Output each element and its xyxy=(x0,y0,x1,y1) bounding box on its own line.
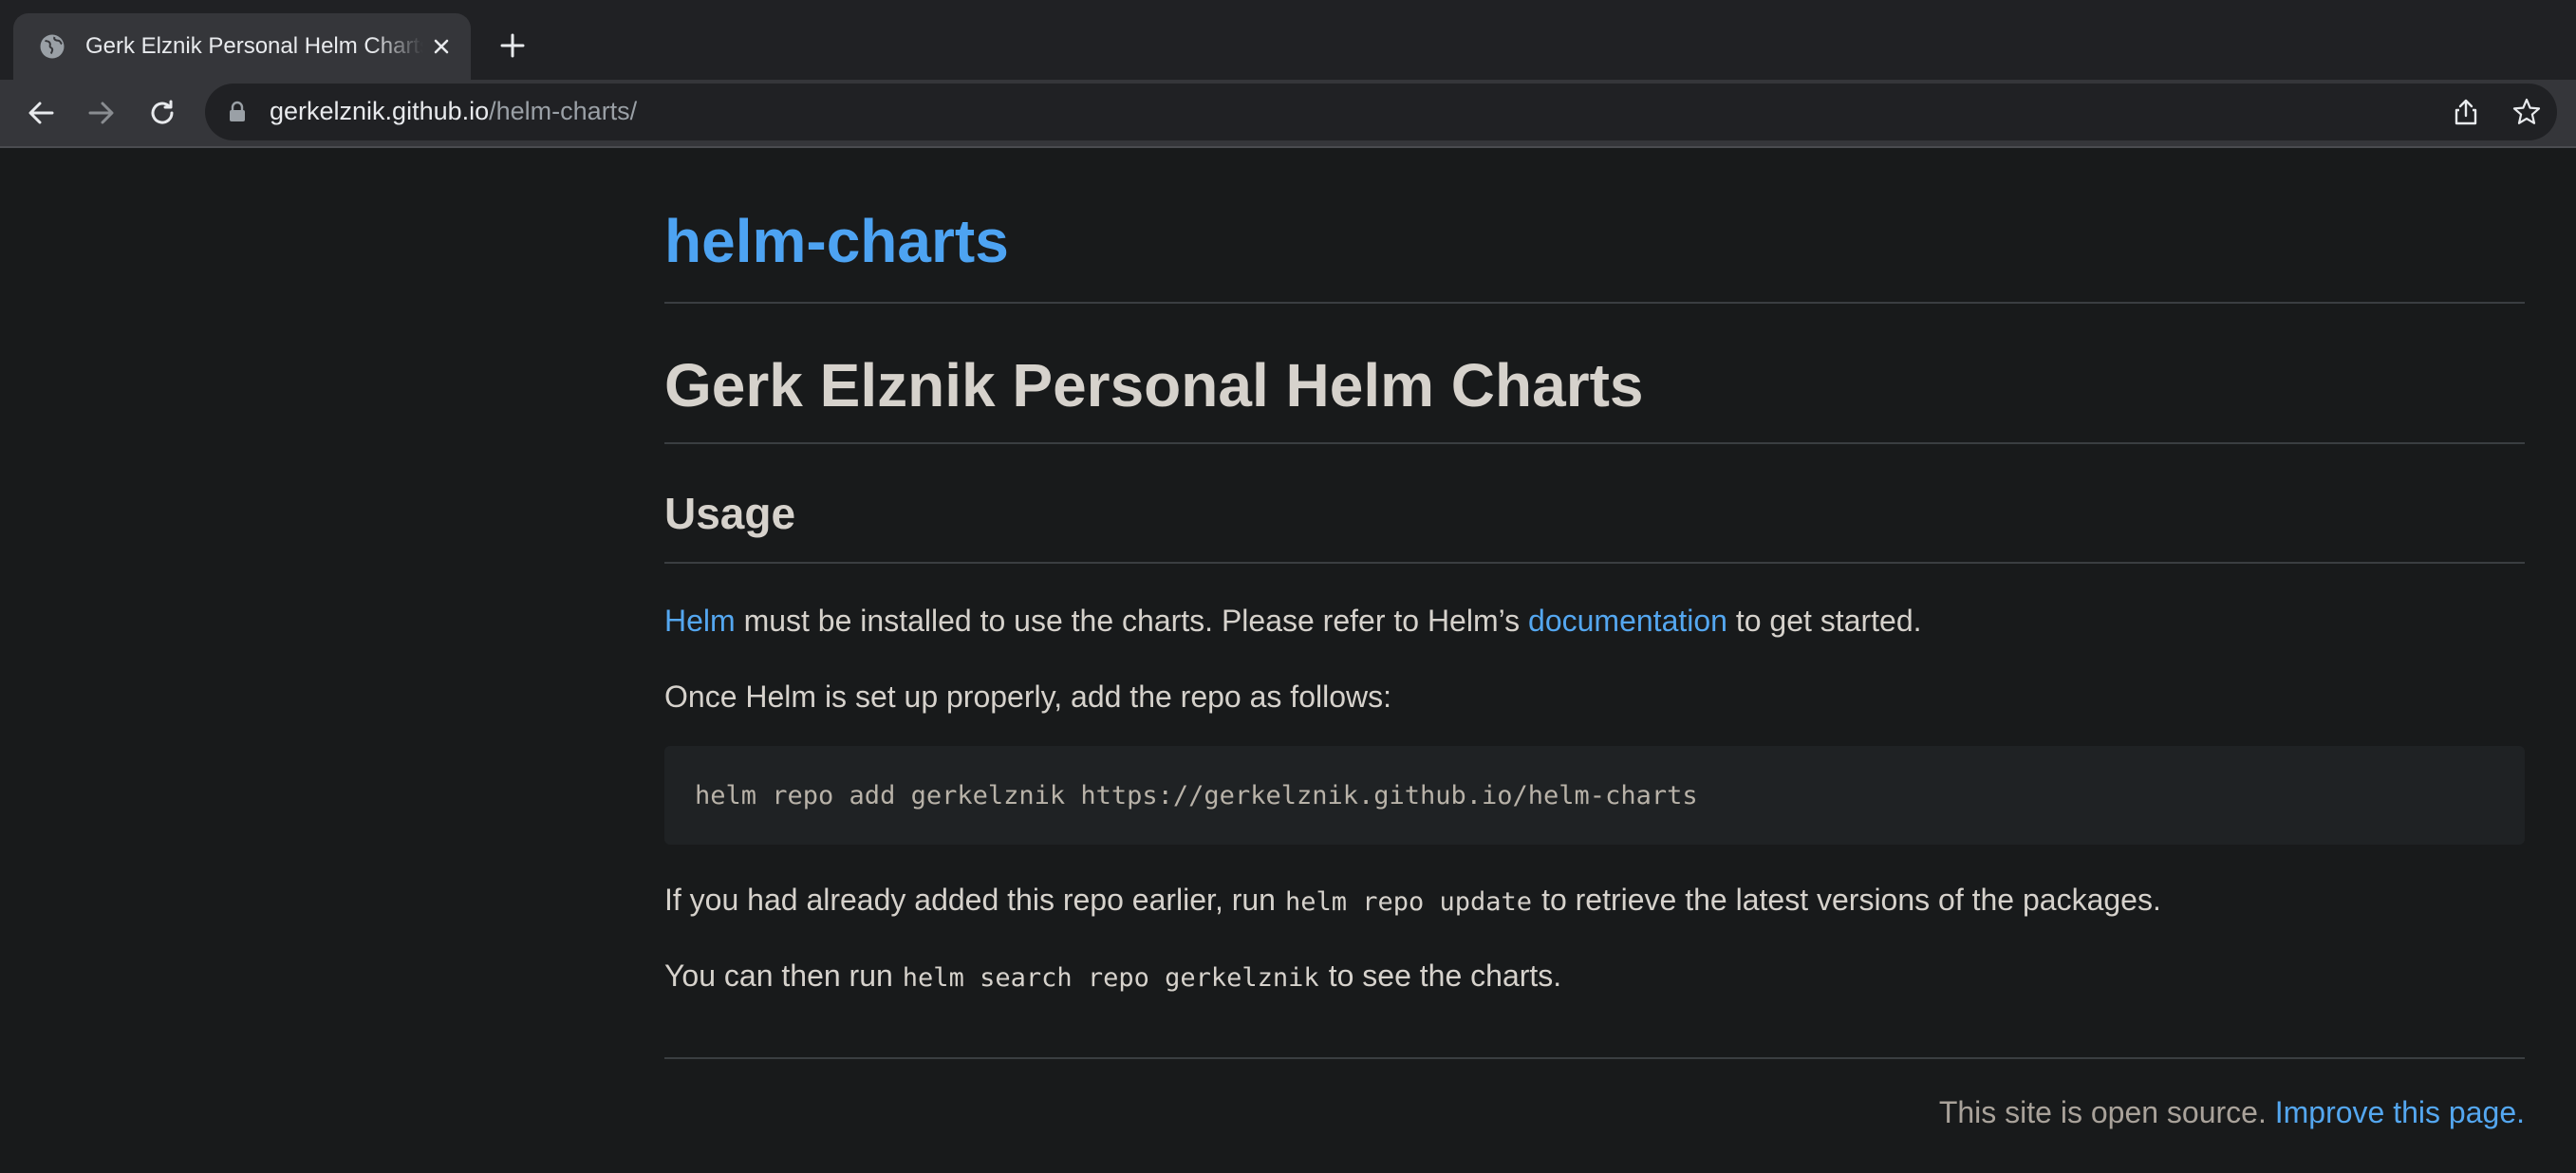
lock-icon xyxy=(230,101,245,121)
back-arrow-icon[interactable] xyxy=(21,93,61,133)
code-block-text: helm repo add gerkelznik https://gerkelz… xyxy=(695,780,1698,810)
forward-arrow-icon[interactable] xyxy=(82,93,121,133)
reload-icon[interactable] xyxy=(142,93,182,133)
footer: This site is open source. Improve this p… xyxy=(1939,1097,2525,1127)
paragraph-text: must be installed to use the charts. Ple… xyxy=(735,604,1529,638)
browser-toolbar: gerkelznik.github.io/helm-charts/ xyxy=(0,80,2576,146)
paragraph-text: to retrieve the latest versions of the p… xyxy=(1541,883,2161,917)
browser-tab[interactable]: Gerk Elznik Personal Helm Charts xyxy=(13,13,471,80)
paragraph-text: to get started. xyxy=(1727,604,1922,638)
paragraph-search: You can then run helm search repo gerkelz… xyxy=(664,960,1561,991)
paragraph-add-repo: Once Helm is set up properly, add the re… xyxy=(664,680,1391,714)
paragraph-text: to see the charts. xyxy=(1328,959,1562,993)
inline-code: helm search repo gerkelznik xyxy=(902,963,1319,993)
documentation-link[interactable]: documentation xyxy=(1528,604,1727,638)
paragraph-install: Helm must be installed to use the charts… xyxy=(664,605,1922,636)
inline-code: helm repo update xyxy=(1284,887,1533,917)
title-divider xyxy=(664,302,2525,304)
heading-divider xyxy=(664,442,2525,444)
tab-title: Gerk Elznik Personal Helm Charts xyxy=(85,33,423,59)
usage-divider xyxy=(664,562,2525,564)
plus-icon[interactable] xyxy=(494,27,532,65)
close-icon[interactable] xyxy=(427,32,456,61)
footer-suffix: . xyxy=(2516,1095,2525,1129)
tab-strip: Gerk Elznik Personal Helm Charts xyxy=(0,0,2576,80)
star-icon[interactable] xyxy=(2511,97,2542,127)
address-bar[interactable]: gerkelznik.github.io/helm-charts/ xyxy=(205,84,2557,140)
code-block: helm repo add gerkelznik https://gerkelz… xyxy=(664,746,2525,845)
toolbar-divider xyxy=(0,146,2576,148)
paragraph-text: You can then run xyxy=(664,959,893,993)
footer-divider xyxy=(664,1057,2525,1059)
page-title: Gerk Elznik Personal Helm Charts xyxy=(664,351,1644,419)
paragraph-text: If you had already added this repo earli… xyxy=(664,883,1276,917)
usage-heading: Usage xyxy=(664,489,796,538)
site-title-link[interactable]: helm-charts xyxy=(664,211,1009,271)
share-icon[interactable] xyxy=(2451,97,2481,127)
globe-icon xyxy=(40,34,65,59)
helm-link[interactable]: Helm xyxy=(664,604,736,638)
url-text: gerkelznik.github.io/helm-charts/ xyxy=(270,97,638,125)
paragraph-update: If you had already added this repo earli… xyxy=(664,884,2161,915)
footer-text: This site is open source. xyxy=(1938,1095,2275,1129)
improve-page-link[interactable]: Improve this page xyxy=(2275,1095,2516,1129)
